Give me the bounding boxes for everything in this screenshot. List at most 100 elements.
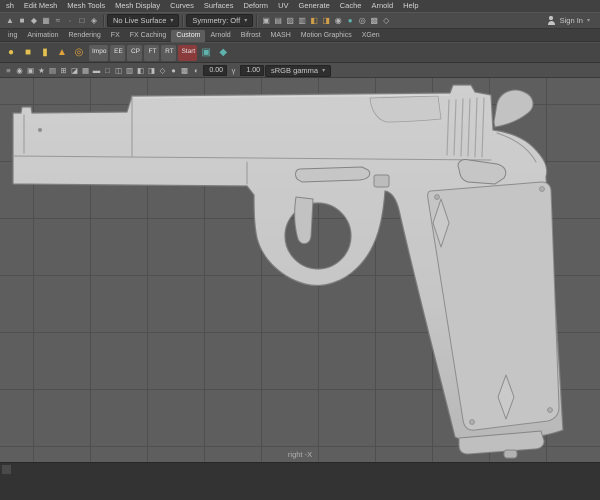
- menu-item[interactable]: Help: [398, 0, 423, 12]
- shelf-start-button[interactable]: Start: [178, 44, 198, 61]
- select-hierarchy-icon[interactable]: ▲: [4, 14, 16, 27]
- shelf-rt-button[interactable]: RT: [161, 44, 177, 61]
- paint-effects-icon[interactable]: ▨: [284, 14, 296, 27]
- menu-item[interactable]: Edit Mesh: [19, 0, 62, 12]
- select-component-icon[interactable]: ◆: [28, 14, 40, 27]
- sign-in-button[interactable]: Sign In ▾: [541, 16, 596, 25]
- shelf-item-glyph: ▲: [57, 46, 67, 58]
- shelf-item-label: RT: [165, 48, 174, 56]
- shelf-item-glyph: ◆: [219, 46, 228, 58]
- shaded-mode-icon[interactable]: ●: [168, 65, 179, 77]
- camera-attributes-icon[interactable]: ▣: [25, 65, 36, 77]
- image-plane-icon[interactable]: ▤: [47, 65, 58, 77]
- menu-item[interactable]: Arnold: [366, 0, 398, 12]
- safe-action-icon[interactable]: ◧: [135, 65, 146, 77]
- shelf-ft-button[interactable]: FT: [144, 44, 160, 61]
- grid-toggle-icon[interactable]: ▦: [80, 65, 91, 77]
- viewport[interactable]: right -X: [0, 78, 600, 462]
- gate-mask-icon[interactable]: ◫: [113, 65, 124, 77]
- bookmarks-icon[interactable]: ★: [36, 65, 47, 77]
- pistol-model[interactable]: [0, 78, 600, 462]
- poly-cylinder-icon[interactable]: ▮: [38, 45, 53, 61]
- menu-item[interactable]: Mesh Display: [110, 0, 165, 12]
- sign-in-label: Sign In: [559, 16, 583, 25]
- poly-sphere-icon[interactable]: ●: [4, 45, 19, 61]
- selection-snap-icons: ▲ ■ ◆ ▦ ≈ ∙ □ ◈: [4, 14, 100, 27]
- panel-menu-icon[interactable]: ≡: [3, 65, 14, 77]
- exposure-icon[interactable]: ◐: [191, 65, 202, 77]
- poly-torus-icon[interactable]: ◎: [72, 45, 87, 61]
- menu-item[interactable]: sh: [1, 0, 19, 12]
- snap-curve-icon[interactable]: ≈: [52, 14, 64, 27]
- poly-cube-icon[interactable]: ■: [21, 45, 36, 61]
- shelf-cp-button[interactable]: CP: [127, 44, 143, 61]
- snap-viewplane-icon[interactable]: □: [76, 14, 88, 27]
- shelf-item-label: EE: [114, 48, 123, 56]
- tab-xgen[interactable]: XGen: [357, 30, 385, 42]
- resolution-gate-icon[interactable]: □: [102, 65, 113, 77]
- symmetry-dropdown[interactable]: Symmetry: Off ▾: [186, 14, 254, 27]
- tab-animation[interactable]: Animation: [22, 30, 63, 42]
- tab-custom[interactable]: Custom: [171, 30, 206, 42]
- gamma-field[interactable]: 1.00: [240, 65, 264, 76]
- tab-rendering[interactable]: Rendering: [63, 30, 105, 42]
- menu-item[interactable]: UV: [273, 0, 293, 12]
- film-gate-icon[interactable]: ▬: [91, 65, 102, 77]
- chevron-down-icon: ▾: [170, 17, 174, 24]
- menu-item[interactable]: Mesh Tools: [62, 0, 110, 12]
- shelf-script-icon[interactable]: ▣: [199, 45, 214, 61]
- history-toggle-icon[interactable]: ▣: [260, 14, 272, 27]
- render-settings-icon[interactable]: ◉: [332, 14, 344, 27]
- user-avatar-icon: [547, 16, 556, 25]
- shelf-impo-button[interactable]: Impo: [89, 44, 109, 61]
- toon-outline-icon[interactable]: ▩: [368, 14, 380, 27]
- menu-item[interactable]: Surfaces: [199, 0, 239, 12]
- tab-modeling[interactable]: ing: [3, 30, 22, 42]
- shelf-ee-button[interactable]: EE: [110, 44, 126, 61]
- tab-arnold[interactable]: Arnold: [205, 30, 235, 42]
- menu-item[interactable]: Deform: [238, 0, 273, 12]
- shelf-item-label: FT: [148, 48, 157, 56]
- symmetry-value: Symmetry: Off: [192, 16, 241, 25]
- two-d-pan-zoom-icon[interactable]: ⊞: [58, 65, 69, 77]
- tab-fx-caching[interactable]: FX Caching: [125, 30, 172, 42]
- select-object-icon[interactable]: ■: [16, 14, 28, 27]
- field-chart-icon[interactable]: ▥: [124, 65, 135, 77]
- tab-bifrost[interactable]: Bifrost: [236, 30, 266, 42]
- wireframe-icon[interactable]: ◇: [157, 65, 168, 77]
- shelf-item-glyph: ●: [7, 46, 15, 58]
- shelf-item-glyph: ▣: [201, 46, 211, 58]
- exposure-field[interactable]: 0.00: [203, 65, 227, 76]
- shelf-item-label: CP: [130, 48, 140, 56]
- poly-cone-icon[interactable]: ▲: [55, 45, 70, 61]
- construction-history-icon[interactable]: ▤: [272, 14, 284, 27]
- textured-mode-icon[interactable]: ▩: [179, 65, 190, 77]
- menu-item[interactable]: Generate: [293, 0, 334, 12]
- tab-mash[interactable]: MASH: [266, 30, 296, 42]
- grease-pencil-icon[interactable]: ◪: [69, 65, 80, 77]
- live-surface-dropdown[interactable]: No Live Surface ▾: [107, 14, 180, 27]
- time-slider-area[interactable]: [0, 462, 600, 500]
- snap-point-icon[interactable]: ∙: [64, 14, 76, 27]
- shelf-tool-icon[interactable]: ◆: [216, 45, 231, 61]
- lock-camera-icon[interactable]: ◉: [14, 65, 25, 77]
- menu-item[interactable]: Curves: [165, 0, 199, 12]
- color-space-dropdown[interactable]: sRGB gamma ▾: [265, 64, 332, 77]
- shelf-tab-bar: ing Animation Rendering FX FX Caching Cu…: [0, 29, 600, 42]
- ipr-render-icon[interactable]: ◨: [320, 14, 332, 27]
- snap-grid-icon[interactable]: ▦: [40, 14, 52, 27]
- hypershade-icon[interactable]: ●: [344, 14, 356, 27]
- render-view-icon[interactable]: ▥: [296, 14, 308, 27]
- launch-application-icon[interactable]: ◇: [380, 14, 392, 27]
- make-live-icon[interactable]: ◈: [88, 14, 100, 27]
- scrollbar-handle[interactable]: [2, 465, 11, 474]
- gamma-icon[interactable]: γ: [228, 65, 239, 77]
- render-frame-icon[interactable]: ◧: [308, 14, 320, 27]
- node-editor-icon[interactable]: ◎: [356, 14, 368, 27]
- shelf-item-glyph: ▮: [42, 46, 48, 58]
- safe-title-icon[interactable]: ◨: [146, 65, 157, 77]
- menu-item[interactable]: Cache: [335, 0, 367, 12]
- camera-label: right -X: [287, 450, 313, 459]
- tab-motion-graphics[interactable]: Motion Graphics: [296, 30, 357, 42]
- tab-fx[interactable]: FX: [106, 30, 125, 42]
